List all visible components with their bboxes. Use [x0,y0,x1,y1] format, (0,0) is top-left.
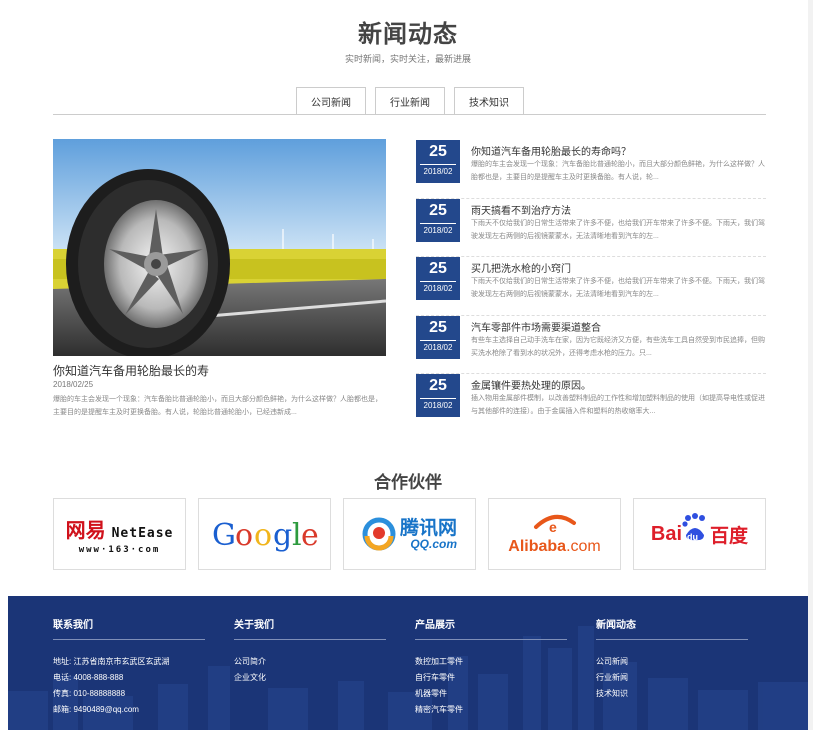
news-item-desc: 下雨天不仅给我们的日常生活带来了许多不便，也给我们开车带来了许多不便。下雨天，我… [471,278,765,298]
date-badge: 25 2018/02 [416,374,460,417]
list-item[interactable]: 25 2018/02 你知道汽车备用轮胎最长的寿命吗？ 爆胎的车主会发现一个现象… [416,140,766,199]
contact-fax: 传真: 010-88888888 [53,689,126,698]
footer-link-company-intro[interactable]: 公司简介 [234,654,386,670]
svg-text:o: o [254,518,272,553]
baidu-mid: du [687,532,699,542]
svg-text:o: o [235,518,253,553]
footer-contact: 联系我们 地址: 江苏省南京市玄武区玄武湖 电话: 4008-888-888 传… [53,616,205,718]
footer-contact-title: 联系我们 [53,616,205,640]
page: 新闻动态 实时新闻，实时关注，最新进展 公司新闻 行业新闻 技术知识 你知道汽车… [8,0,808,730]
svg-text:g: g [273,518,292,553]
footer-products: 产品展示 数控加工零件 自行车零件 机器零件 精密汽车零件 [415,616,567,718]
google-logo[interactable]: G o o g l e [198,498,331,570]
tabs-divider [53,114,766,115]
netease-logo[interactable]: 网易 NetEase www·163·com [53,498,186,570]
news-section-title: 新闻动态 [358,21,458,48]
alibaba-smile-icon: e [533,514,576,535]
tab-tech-knowledge[interactable]: 技术知识 [454,87,524,115]
tencent-logo[interactable]: 腾讯网 QQ.com [343,498,476,570]
date-badge: 25 2018/02 [416,315,460,359]
featured-date: 2018/02/25 [53,380,94,389]
footer-about-title: 关于我们 [234,616,386,640]
news-item-desc: 下雨天不仅给我们的日常生活带来了许多不便，也给我们开车带来了许多不便。下雨天，我… [471,219,765,240]
date-day: 25 [429,201,447,219]
news-item-desc: 插入物用金属部件模制，以改善塑料制品的工作性和增加塑料制品的使用（如提高导电性或… [471,395,765,415]
date-badge: 25 2018/02 [416,257,460,300]
date-day: 25 [429,260,447,277]
news-item-desc: 有些车主选择自己动手洗车在家，因为它既经济又方便，有些洗车工具自然受到市民追捧，… [471,336,765,357]
footer-about: 关于我们 公司简介 企业文化 [234,616,386,686]
news-item-title[interactable]: 你知道汽车备用轮胎最长的寿命吗？ [471,143,631,158]
netease-en: NetEase [111,525,174,541]
tab-industry-news[interactable]: 行业新闻 [375,87,445,115]
tencent-url: QQ.com [410,536,457,551]
news-item-title[interactable]: 汽车零部件市场需要渠道整合 [471,319,601,334]
netease-url: www·163·com [78,544,161,555]
alibaba-logo[interactable]: e Alibaba.com [488,498,621,570]
svg-text:G: G [212,518,236,553]
featured-description: 爆胎的车主会发现一个现象：汽车备胎比普通轮胎小，而且大部分颜色鲜艳，为什么这样做… [53,396,382,416]
contact-address: 地址: 江苏省南京市玄武区玄武湖 [53,657,170,666]
news-item-title[interactable]: 金属镶件要热处理的原因。 [471,377,591,392]
baidu-paw-icon: du [682,513,708,547]
contact-phone: 电话: 4008-888-888 [53,673,124,682]
tencent-emblem-icon [362,517,396,551]
google-wordmark: G o o g l e [212,518,319,553]
date-year-month: 2018/02 [420,222,456,238]
footer-news-title: 新闻动态 [596,616,748,640]
footer-link-bicycle-parts[interactable]: 自行车零件 [415,670,567,686]
news-section-subtitle: 实时新闻，实时关注，最新进展 [344,54,471,64]
date-day: 25 [429,377,447,394]
date-badge: 25 2018/02 [416,198,460,242]
footer-link-company-news[interactable]: 公司新闻 [596,654,748,670]
date-year-month: 2018/02 [420,164,456,179]
baidu-logo[interactable]: Bai du 百度 [633,498,766,570]
svg-text:e: e [301,518,319,553]
news-tabs: 公司新闻 行业新闻 技术知识 [296,87,524,115]
partners-logos: 网易 NetEase www·163·com G o o g l e 腾讯网 Q… [53,498,766,570]
alibaba-text: Alibaba [508,537,567,555]
footer-link-tech-knowledge[interactable]: 技术知识 [596,686,748,702]
footer-link-auto-parts[interactable]: 精密汽车零件 [415,702,567,718]
date-year-month: 2018/02 [420,281,456,296]
date-year-month: 2018/02 [420,398,456,413]
footer-link-culture[interactable]: 企业文化 [234,670,386,686]
date-day: 25 [429,318,447,336]
alibaba-suffix: .com [566,537,601,555]
tab-company-news[interactable]: 公司新闻 [296,87,366,115]
news-item-title[interactable]: 雨天搞看不到治疗方法 [471,202,571,217]
contact-email: 邮箱: 9490489@qq.com [53,705,139,714]
footer-link-industry-news[interactable]: 行业新闻 [596,670,748,686]
news-list: 25 2018/02 你知道汽车备用轮胎最长的寿命吗？ 爆胎的车主会发现一个现象… [416,140,766,433]
right-gutter [808,0,813,730]
featured-title[interactable]: 你知道汽车备用轮胎最长的寿 [53,362,209,379]
news-item-title[interactable]: 买几把洗水枪的小窍门 [471,260,571,275]
footer-link-machine-parts[interactable]: 机器零件 [415,686,567,702]
date-year-month: 2018/02 [420,339,456,355]
netease-cn: 网易 [65,517,106,542]
list-item[interactable]: 25 2018/02 买几把洗水枪的小窍门 下雨天不仅给我们的日常生活带来了许多… [416,257,766,316]
news-item-desc: 爆胎的车主会发现一个现象：汽车备胎比普通轮胎小，而且大部分颜色鲜艳，为什么这样做… [471,161,765,181]
partners-title: 合作伙伴 [374,473,442,492]
baidu-cn: 百度 [710,525,749,547]
footer-link-cnc-parts[interactable]: 数控加工零件 [415,654,567,670]
list-item[interactable]: 25 2018/02 雨天搞看不到治疗方法 下雨天不仅给我们的日常生活带来了许多… [416,198,766,257]
date-badge: 25 2018/02 [416,140,460,183]
svg-text:e: e [549,519,557,535]
footer: 联系我们 地址: 江苏省南京市玄武区玄武湖 电话: 4008-888-888 传… [8,596,808,730]
footer-news: 新闻动态 公司新闻 行业新闻 技术知识 [596,616,748,702]
tencent-cn: 腾讯网 [399,517,457,539]
list-item[interactable]: 25 2018/02 金属镶件要热处理的原因。 插入物用金属部件模制，以改善塑料… [416,374,766,433]
date-day: 25 [429,143,447,160]
featured-tire-image[interactable] [53,139,386,356]
baidu-left: Bai [650,522,683,545]
list-item[interactable]: 25 2018/02 汽车零部件市场需要渠道整合 有些车主选择自己动手洗车在家，… [416,315,766,374]
footer-products-title: 产品展示 [415,616,567,640]
